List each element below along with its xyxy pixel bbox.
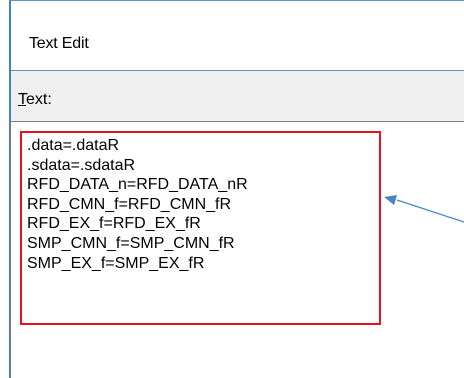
pointer-arrow-icon <box>384 195 464 223</box>
screenshot-stage: Text Edit Text: .data=.dataR .sdata=.sda… <box>0 0 464 378</box>
